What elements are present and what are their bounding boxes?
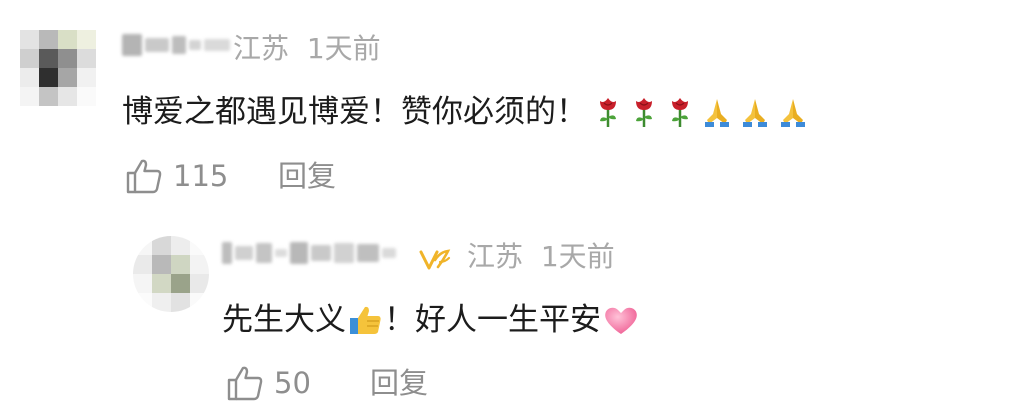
comment-meta: 江苏 1天前 <box>233 35 381 63</box>
rose-icon <box>636 98 652 127</box>
thumbs-up-outline-icon <box>126 159 162 194</box>
verified-badge-icon <box>419 249 451 270</box>
like-count: 115 <box>173 158 229 193</box>
username-blurred[interactable] <box>122 34 230 56</box>
comment-thread: 江苏 1天前 博爱之都遇见博爱！赞你必须的！ 115 回复 江苏 1天前 先生大… <box>0 0 1024 415</box>
rose-icon <box>600 98 616 127</box>
thumbs-up-icon <box>350 306 381 334</box>
reply-button[interactable]: 回复 <box>278 162 336 191</box>
reply-body-part1: 先生大义 <box>222 301 346 338</box>
reply-reply-button[interactable]: 回复 <box>370 369 428 398</box>
comment-body: 博爱之都遇见博爱！赞你必须的！ <box>122 93 587 130</box>
location-label: 江苏 <box>233 32 290 65</box>
reply-timestamp: 1天前 <box>540 240 615 273</box>
heart-icon <box>605 307 637 334</box>
reply-location-label: 江苏 <box>467 240 524 273</box>
pray-icon <box>705 99 729 127</box>
reply-meta: 江苏 1天前 <box>467 243 615 271</box>
timestamp: 1天前 <box>306 32 381 65</box>
rose-icon <box>672 98 688 127</box>
pray-icon <box>743 99 767 127</box>
like-button[interactable]: 115 <box>125 158 228 194</box>
reply-like-button[interactable]: 50 <box>226 365 311 401</box>
reply-body-part2: ！好人一生平安 <box>384 301 601 338</box>
reply-like-count: 50 <box>274 365 311 400</box>
reply-avatar[interactable] <box>133 236 209 312</box>
thumbs-up-outline-icon <box>227 366 263 401</box>
avatar[interactable] <box>20 30 96 106</box>
reply-text: 先生大义 ！好人一生平安 <box>222 304 639 336</box>
pray-icon <box>781 99 805 127</box>
comment-text: 博爱之都遇见博爱！赞你必须的！ <box>122 95 809 129</box>
reply-username-blurred[interactable] <box>222 242 396 264</box>
